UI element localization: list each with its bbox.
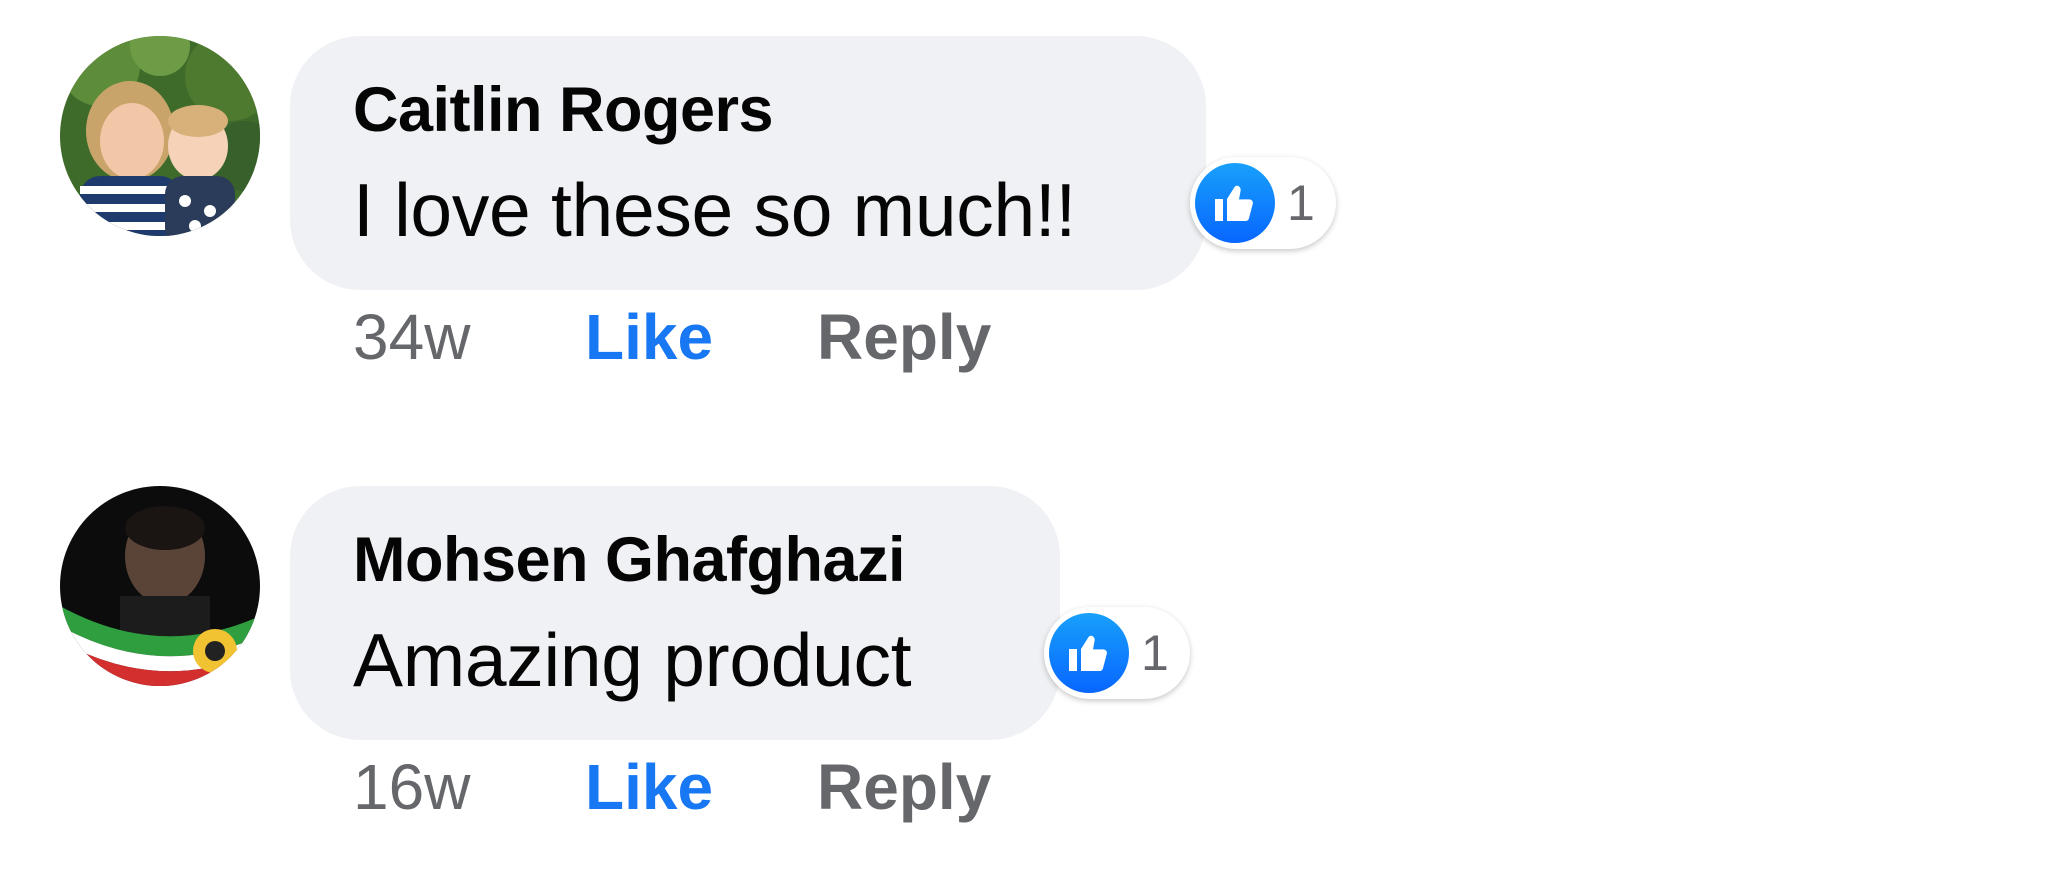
like-button[interactable]: Like — [585, 750, 713, 824]
avatar-photo — [60, 486, 260, 686]
avatar[interactable] — [60, 486, 260, 686]
comment-bubble: Caitlin Rogers I love these so much!! — [290, 36, 1206, 290]
comment-text: Amazing product — [353, 618, 912, 702]
like-button[interactable]: Like — [585, 300, 713, 374]
comment-bubble: Mohsen Ghafghazi Amazing product — [290, 486, 1060, 740]
comment-author[interactable]: Mohsen Ghafghazi — [353, 524, 906, 596]
comment-text: I love these so much!! — [353, 168, 1076, 252]
avatar[interactable] — [60, 36, 260, 236]
avatar-photo — [60, 36, 260, 236]
thumbs-up-icon — [1049, 613, 1129, 693]
comment-author[interactable]: Caitlin Rogers — [353, 74, 774, 146]
comment-timestamp[interactable]: 16w — [353, 750, 470, 824]
reaction-count: 1 — [1287, 175, 1315, 231]
thumbs-up-icon — [1195, 163, 1275, 243]
reaction-badge[interactable]: 1 — [1190, 157, 1336, 249]
reply-button[interactable]: Reply — [817, 750, 991, 824]
reaction-badge[interactable]: 1 — [1044, 607, 1190, 699]
reply-button[interactable]: Reply — [817, 300, 991, 374]
comment-timestamp[interactable]: 34w — [353, 300, 470, 374]
reaction-count: 1 — [1141, 625, 1169, 681]
